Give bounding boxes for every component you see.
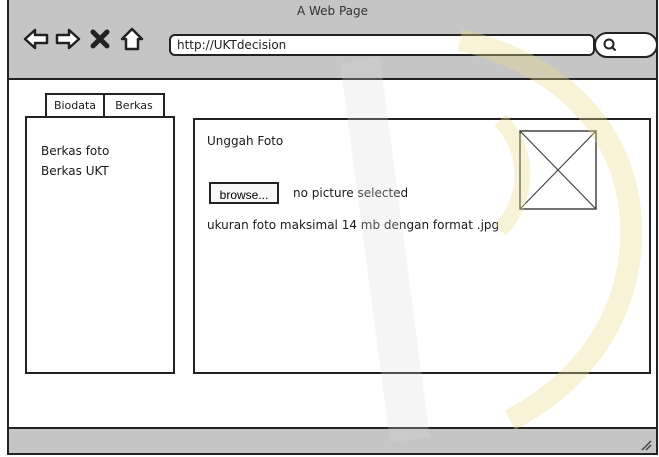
- browse-button[interactable]: browse...: [209, 182, 279, 204]
- file-status: no picture selected: [293, 186, 409, 200]
- image-placeholder-icon: [519, 130, 597, 210]
- back-arrow-icon[interactable]: [23, 26, 49, 52]
- upload-panel: Unggah Foto browse... no picture selecte…: [193, 118, 651, 374]
- sidebar: Berkas foto Berkas UKT: [25, 116, 175, 374]
- resize-grip-icon[interactable]: [640, 439, 652, 451]
- tab-berkas[interactable]: Berkas: [103, 93, 165, 117]
- search-box[interactable]: [594, 32, 658, 58]
- tab-biodata[interactable]: Biodata: [45, 93, 105, 117]
- close-icon[interactable]: [89, 26, 111, 52]
- search-icon: [603, 38, 616, 51]
- status-bar: [9, 427, 656, 453]
- sidebar-item-berkas-foto[interactable]: Berkas foto: [41, 144, 109, 158]
- sidebar-item-berkas-ukt[interactable]: Berkas UKT: [41, 164, 109, 178]
- home-icon[interactable]: [119, 26, 145, 52]
- upload-title: Unggah Foto: [207, 134, 284, 148]
- browser-window: A Web Page http://UKTdecision Biodata Be…: [7, 0, 658, 455]
- window-title: A Web Page: [296, 4, 369, 18]
- forward-arrow-icon[interactable]: [55, 26, 81, 52]
- upload-note: ukuran foto maksimal 14 mb dengan format…: [207, 218, 500, 232]
- url-input[interactable]: http://UKTdecision: [169, 34, 595, 56]
- title-bar: A Web Page http://UKTdecision: [9, 0, 658, 80]
